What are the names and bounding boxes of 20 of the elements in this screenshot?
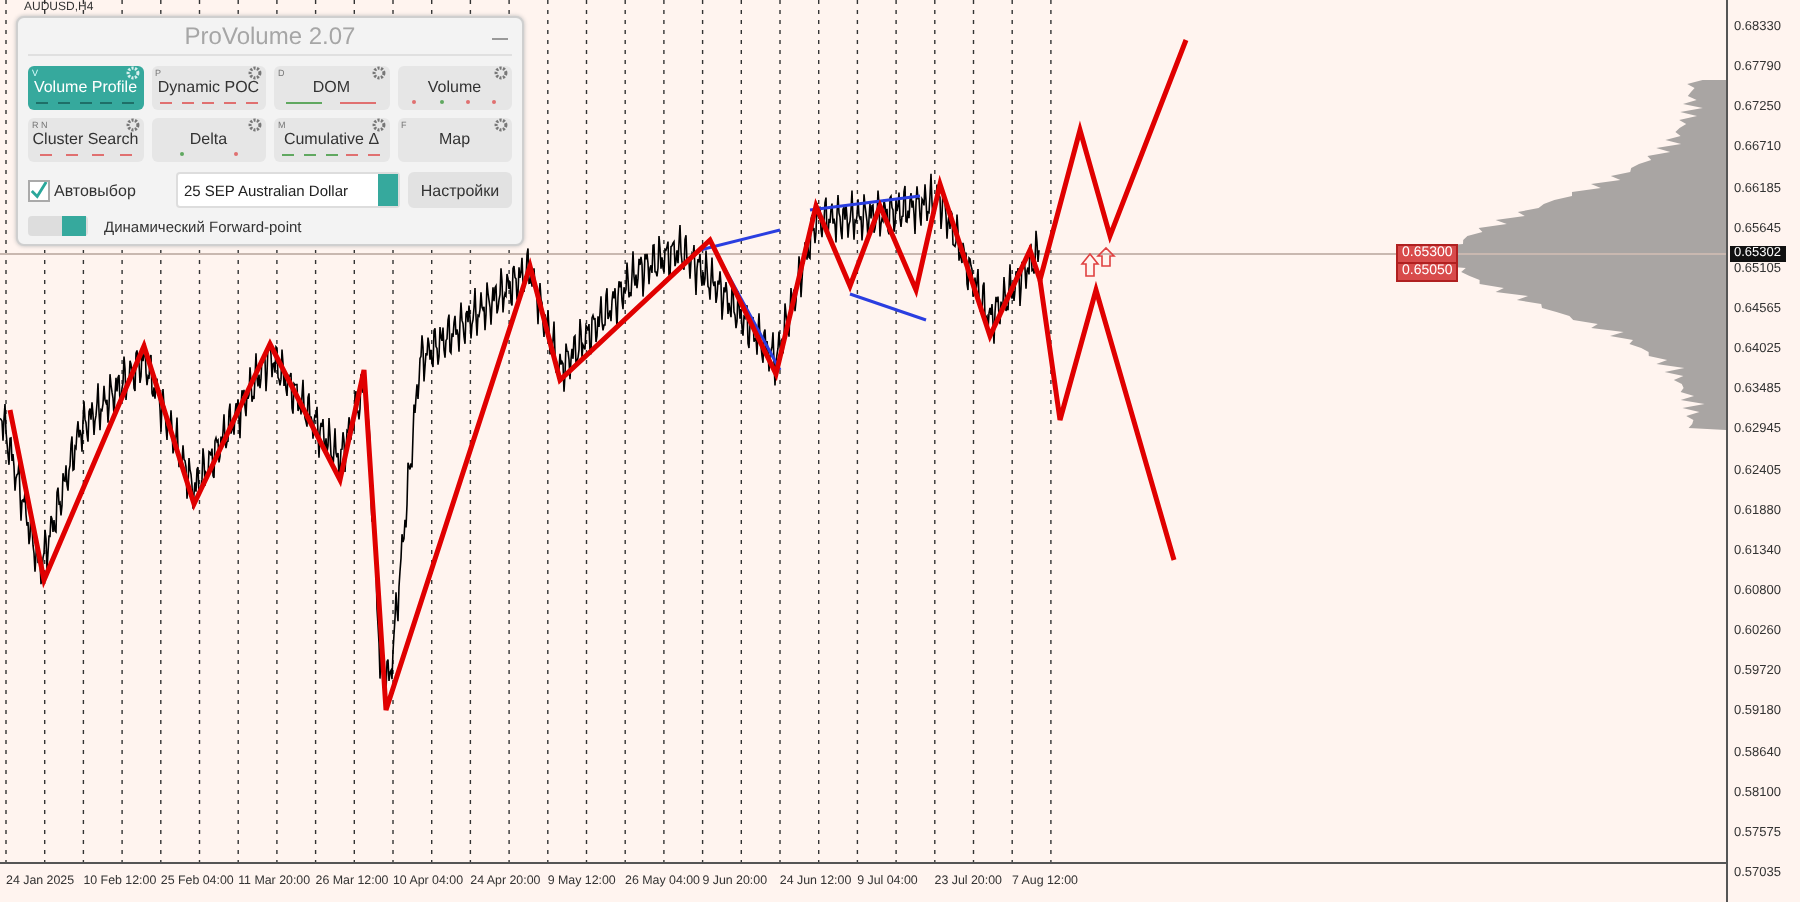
gear-icon	[371, 66, 385, 80]
gear-icon	[494, 118, 508, 132]
gear-icon	[248, 66, 262, 80]
arrow-icon	[1096, 246, 1116, 267]
panel-title: ProVolume 2.07	[184, 22, 356, 50]
gear-icon	[371, 118, 385, 132]
gear-icon	[125, 66, 139, 80]
arrow-icon	[1080, 252, 1100, 277]
mode-button[interactable]: Delta	[151, 118, 266, 162]
gear-icon	[494, 66, 508, 80]
trend-line	[699, 228, 781, 252]
trend-line	[809, 194, 921, 212]
checkbox-label: Автовыбор	[54, 181, 136, 199]
mode-button[interactable]: Volume	[397, 66, 512, 110]
settings-button[interactable]: Настройки	[408, 172, 512, 208]
gear-icon	[125, 118, 139, 132]
forward-point-toggle[interactable]	[28, 216, 88, 236]
gear-icon	[248, 118, 262, 132]
auto-select-checkbox[interactable]	[28, 179, 50, 201]
trend-line	[849, 292, 927, 322]
